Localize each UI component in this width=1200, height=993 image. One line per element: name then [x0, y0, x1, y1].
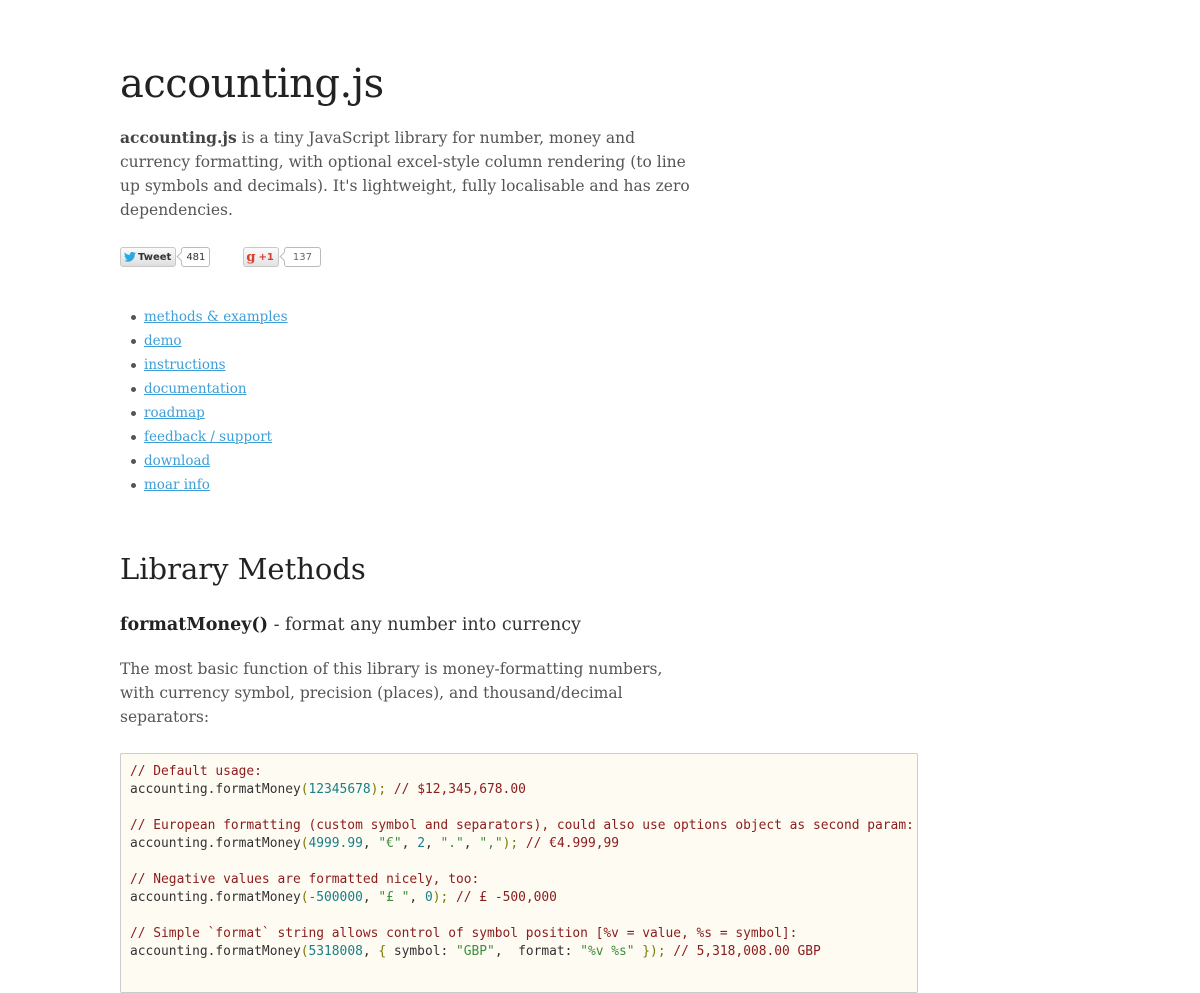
table-of-contents: methods & examples demo instructions doc…	[120, 305, 1200, 497]
tweet-count: 481	[181, 247, 211, 267]
google-plus-icon: g	[246, 249, 256, 265]
toc-link-feedback-support[interactable]: feedback / support	[144, 429, 272, 445]
intro-library-name: accounting.js	[120, 128, 237, 147]
method-description: - format any number into currency	[268, 615, 581, 635]
code-line: ​	[130, 799, 908, 817]
toc-link-download[interactable]: download	[144, 453, 210, 469]
toc-link-roadmap[interactable]: roadmap	[144, 405, 205, 421]
toc-item: demo	[131, 329, 1200, 353]
toc-item: download	[131, 449, 1200, 473]
code-line: accounting.formatMoney(12345678); // $12…	[130, 782, 526, 797]
toc-item: instructions	[131, 353, 1200, 377]
code-line: ​	[130, 907, 908, 925]
toc-link-moar-info[interactable]: moar info	[144, 477, 210, 493]
intro-paragraph: accounting.js is a tiny JavaScript libra…	[120, 126, 690, 222]
toc-link-documentation[interactable]: documentation	[144, 381, 247, 397]
code-example-block[interactable]: // Default usage: accounting.formatMoney(…	[120, 753, 918, 993]
page: accounting.js accounting.js is a tiny Ja…	[0, 0, 1200, 993]
toc-item: moar info	[131, 473, 1200, 497]
toc-link-instructions[interactable]: instructions	[144, 357, 226, 373]
google-plus-one-button[interactable]: g +1	[243, 247, 279, 267]
code-line: // Negative values are formatted nicely,…	[130, 872, 480, 887]
code-line: accounting.formatMoney(4999.99, "€", 2, …	[130, 836, 620, 851]
page-title: accounting.js	[120, 61, 384, 107]
code-line: accounting.formatMoney(5318008, { symbol…	[130, 944, 821, 959]
twitter-bird-icon	[124, 252, 136, 262]
toc-link-demo[interactable]: demo	[144, 333, 182, 349]
toc-link-methods-examples[interactable]: methods & examples	[144, 309, 288, 325]
toc-item: documentation	[131, 377, 1200, 401]
code-line: // European formatting (custom symbol an…	[130, 818, 914, 833]
code-line: // Default usage:	[130, 764, 262, 779]
social-buttons: Tweet 481 g +1 137	[120, 246, 1200, 268]
code-line: // Simple `format` string allows control…	[130, 926, 798, 941]
method-heading: formatMoney() - format any number into c…	[120, 611, 1200, 639]
toc-item: roadmap	[131, 401, 1200, 425]
code-line: ​	[130, 853, 908, 871]
google-plus-label: +1	[258, 251, 274, 263]
method-paragraph: The most basic function of this library …	[120, 660, 663, 726]
section-heading: Library Methods	[120, 552, 366, 586]
method-name: formatMoney()	[120, 615, 268, 635]
tweet-label: Tweet	[138, 251, 172, 263]
tweet-button[interactable]: Tweet	[120, 247, 177, 267]
code-line: accounting.formatMoney(-500000, "£ ", 0)…	[130, 890, 557, 905]
toc-item: methods & examples	[131, 305, 1200, 329]
toc-item: feedback / support	[131, 425, 1200, 449]
google-plus-count: 137	[283, 247, 321, 267]
